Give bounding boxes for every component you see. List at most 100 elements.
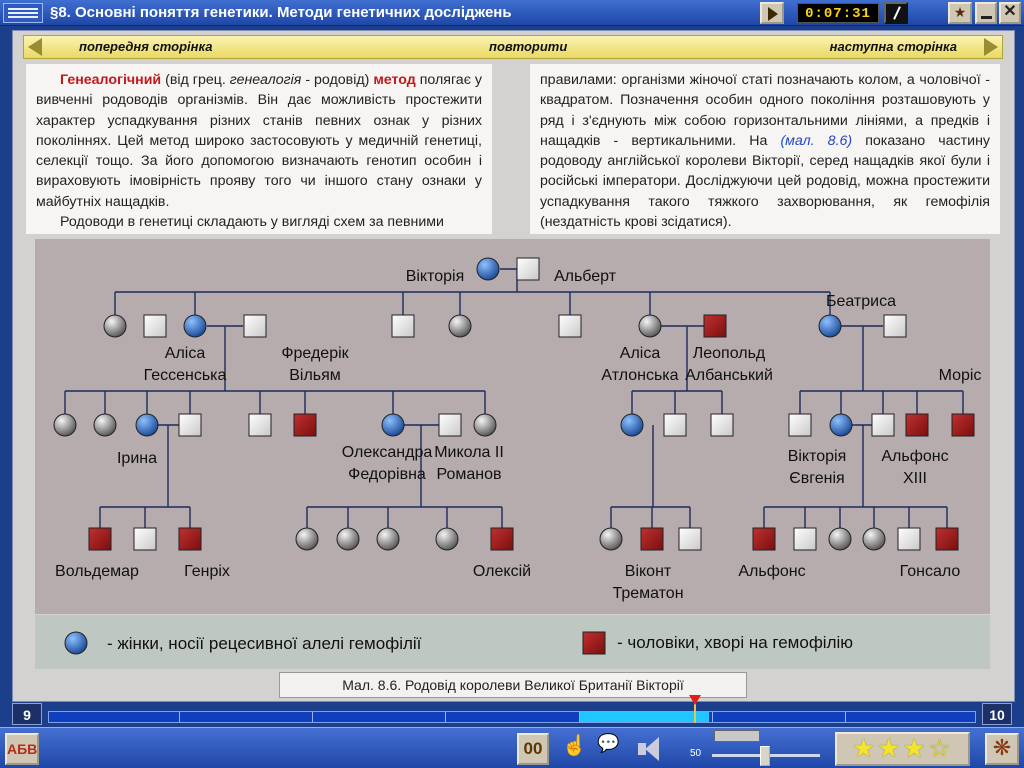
text-column-left: Генеалогічний (від грец. генеалогія - ро… — [26, 64, 492, 234]
female-icon — [862, 527, 886, 551]
comment-icon[interactable]: 💬 — [597, 733, 625, 765]
progress-marker-icon[interactable] — [689, 695, 701, 705]
person-label: Віконт — [625, 563, 672, 580]
carrier-female-icon — [381, 413, 405, 437]
paragraph: Генеалогічний (від грец. генеалогія - ро… — [36, 70, 482, 212]
female-icon — [638, 314, 662, 338]
person-label: Трематон — [612, 585, 683, 602]
progress-track[interactable] — [48, 711, 976, 723]
female-icon — [103, 314, 127, 338]
affected-male-icon — [935, 527, 959, 551]
play-button[interactable] — [760, 2, 784, 24]
male-icon — [883, 314, 907, 338]
affected-male-icon — [752, 527, 776, 551]
carrier-female-icon — [829, 413, 853, 437]
arrow-right-icon[interactable] — [984, 38, 998, 56]
person-label: Аліса — [620, 345, 661, 362]
timer-display: 0:07:31 — [797, 3, 879, 23]
person-label: Микола II — [434, 444, 504, 461]
progress-fill — [579, 712, 709, 722]
progress-tick — [312, 712, 313, 722]
close-button[interactable]: ✕ — [999, 2, 1021, 24]
page-progress: 9 10 — [0, 695, 1024, 725]
carrier-female-icon — [818, 314, 842, 338]
male-icon — [710, 413, 734, 437]
menu-icon[interactable] — [3, 3, 43, 23]
pen-icon[interactable] — [884, 2, 908, 24]
next-page-link[interactable]: наступна сторінка — [830, 39, 957, 54]
dictionary-button[interactable]: АБВ — [5, 733, 39, 765]
person-label: Генріх — [184, 563, 230, 580]
person-label: Леопольд — [693, 345, 766, 362]
person-label: Гонсало — [900, 563, 961, 580]
male-icon — [391, 314, 415, 338]
affected-male-icon — [178, 527, 202, 551]
minimize-button[interactable] — [975, 2, 997, 24]
legend-affected-label: - чоловіки, хворі на гемофілію — [617, 633, 853, 652]
person-label: Романов — [437, 466, 502, 483]
male-icon — [143, 314, 167, 338]
fan-icon[interactable]: ❋ — [985, 733, 1019, 765]
female-icon — [93, 413, 117, 437]
carrier-female-icon — [64, 631, 88, 655]
person-label: Олександра — [342, 444, 433, 461]
volume-slider-thumb[interactable] — [760, 746, 770, 766]
title-bar: §8. Основні поняття генетики. Методи ген… — [0, 0, 1024, 26]
affected-male-icon — [88, 527, 112, 551]
repeat-link[interactable]: повторити — [489, 39, 567, 54]
male-icon — [788, 413, 812, 437]
female-icon — [448, 314, 472, 338]
progress-marker-line — [694, 703, 696, 723]
female-icon — [53, 413, 77, 437]
legend-carrier-label: - жінки, носії рецесивної алелі гемофілі… — [107, 634, 422, 653]
affected-male-icon — [905, 413, 929, 437]
page-navigation: попередня сторінка повторити наступна ст… — [23, 35, 1003, 59]
female-icon — [435, 527, 459, 551]
progress-tick — [445, 712, 446, 722]
person-label: Вікторія — [788, 448, 847, 465]
person-label: Альфонс — [881, 448, 948, 465]
pedigree-figure: Вікторія Альберт Аліса Гессенська Фредерік Ві… — [35, 239, 990, 614]
volume-display — [714, 730, 760, 742]
progress-tick — [579, 712, 580, 722]
progress-tick — [179, 712, 180, 722]
bottom-toolbar: АБВ 00 ☝ 💬 50 ★★★☆ ❋ — [0, 727, 1024, 768]
person-label: Альберт — [554, 268, 617, 285]
speaker-icon[interactable] — [636, 733, 666, 765]
affected-male-icon — [640, 527, 664, 551]
male-icon — [793, 527, 817, 551]
window-title: §8. Основні поняття генетики. Методи ген… — [50, 4, 512, 21]
current-page-number: 9 — [12, 703, 42, 725]
carrier-female-icon — [476, 257, 500, 281]
person-label: Альфонс — [738, 563, 805, 580]
person-label: Албанський — [685, 367, 773, 384]
person-label: Євгенія — [789, 470, 844, 487]
figure-reference-link[interactable]: (мал. 8.6) — [780, 133, 852, 149]
legend: - жінки, носії рецесивної алелі гемофілі… — [35, 615, 990, 669]
pedigree-diagram: Вікторія Альберт Аліса Гессенська Фредерік Ві… — [53, 257, 981, 602]
carrier-female-icon — [620, 413, 644, 437]
star-bookmark-button[interactable]: ★ — [948, 2, 972, 24]
affected-male-icon — [293, 413, 317, 437]
legend-svg: - жінки, носії рецесивної алелі гемофілі… — [64, 631, 853, 655]
figure-caption: Мал. 8.6. Родовід королеви Великої Брита… — [279, 672, 747, 698]
text-column-right: правилами: організми жіночої статі позна… — [530, 64, 1000, 234]
text-span: (від грец. — [161, 72, 230, 88]
carrier-female-icon — [135, 413, 159, 437]
female-icon — [336, 527, 360, 551]
hand-pointer-icon[interactable]: ☝ — [562, 733, 588, 765]
carrier-female-icon — [183, 314, 207, 338]
arrow-left-icon[interactable] — [28, 38, 42, 56]
male-icon — [243, 314, 267, 338]
affected-male-icon — [703, 314, 727, 338]
previous-page-link[interactable]: попередня сторінка — [79, 39, 212, 54]
female-icon — [376, 527, 400, 551]
progress-tick — [712, 712, 713, 722]
male-icon — [178, 413, 202, 437]
person-label: Олексій — [473, 563, 531, 580]
progress-tick — [845, 712, 846, 722]
rating-stars[interactable]: ★★★☆ — [835, 732, 970, 766]
counter-button[interactable]: 00 — [517, 733, 549, 765]
affected-male-icon — [951, 413, 975, 437]
person-label: Вільям — [289, 367, 341, 384]
